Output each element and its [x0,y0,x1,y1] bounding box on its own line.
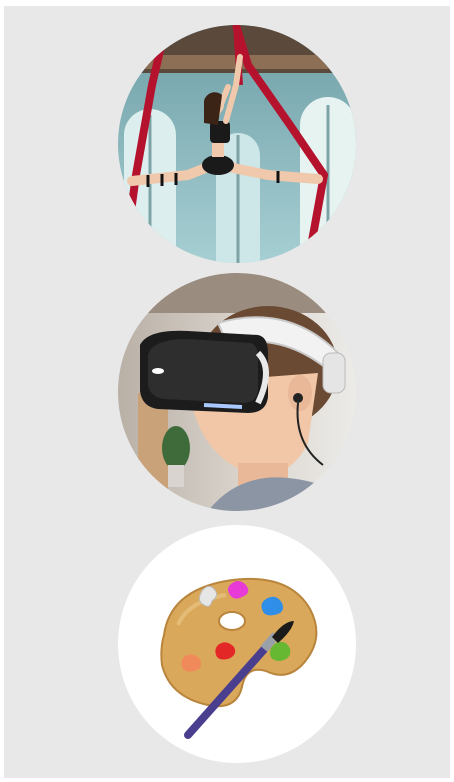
virtual-reality-category-tile[interactable] [118,273,356,511]
aerial-silks-category-tile[interactable] [118,25,356,263]
art-category-tile[interactable] [118,525,356,763]
paint-palette-icon [118,525,356,763]
vr-headset-child-photo [118,273,356,511]
aerial-silks-dancer-photo [118,25,356,263]
category-panel [4,6,450,778]
